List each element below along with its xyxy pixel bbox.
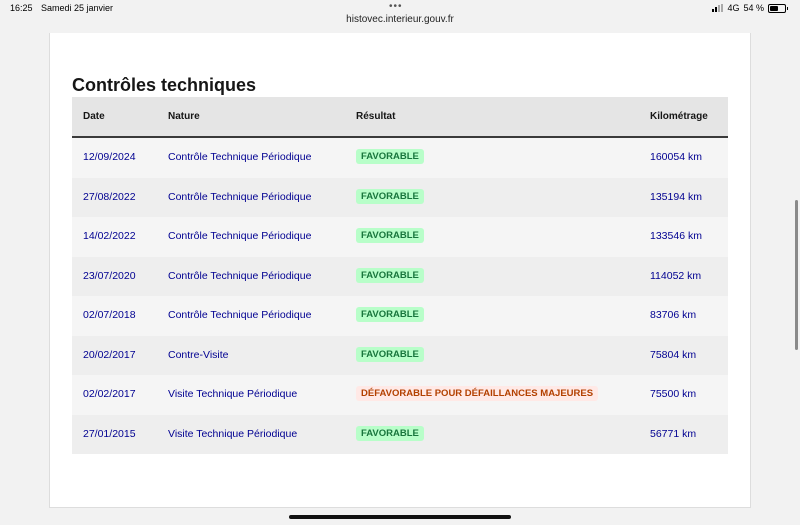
row-km: 133546 km [650,230,702,242]
status-right: 4G 54 % [712,3,788,13]
section-title: Contrôles techniques [72,75,257,95]
header-km: Kilométrage [650,111,708,122]
more-options-icon[interactable]: ••• [389,1,403,12]
row-km: 135194 km [650,190,702,203]
row-nature: Visite Technique Périodique [168,427,298,440]
row-date: 12/09/2024 [83,151,136,163]
table-row: 14/02/2022 Contrôle Technique Périodique F… [72,217,728,257]
battery-label: 54 % [743,3,764,13]
header-date: Date [83,111,105,122]
table-row: 27/08/2022 Contrôle Technique Périodique F… [72,177,728,217]
row-km: 56771 km [650,427,697,440]
row-nature: Contrôle Technique Périodique [168,269,312,282]
row-km: 75804 km [650,348,697,361]
table-row: 20/02/2017 Contre-Visite FAVORABLE 75804 km [72,335,728,375]
status-date: Samedi 25 janvier [41,3,114,13]
row-date: 23/07/2020 [83,269,136,282]
row-nature: Contrôle Technique Périodique [168,309,312,321]
row-nature: Contrôle Technique Périodique [168,151,312,163]
row-date: 02/07/2018 [83,309,136,321]
row-date: 27/01/2015 [83,427,136,440]
battery-icon [768,3,788,13]
table-header: Date Nature Résultat Kilométrage [72,97,728,138]
result-badge: DÉFAVORABLE POUR DÉFAILLANCES MAJEURES [356,386,599,401]
row-date: 27/08/2022 [83,190,136,203]
row-date: 20/02/2017 [83,348,136,361]
row-km: 160054 km [650,151,702,163]
header-nature: Nature [168,111,200,122]
status-time: 16:25 [10,3,33,13]
table-row: 23/07/2020 Contrôle Technique Périodique F… [72,256,728,296]
result-badge: FAVORABLE [356,149,424,164]
row-nature: Contre-Visite [168,348,229,361]
row-nature: Contrôle Technique Périodique [168,190,312,203]
result-badge: FAVORABLE [356,307,424,322]
row-nature: Visite Technique Périodique [168,388,298,400]
row-km: 83706 km [650,309,697,321]
table-row: 27/01/2015 Visite Technique Périodique FAV… [72,414,728,454]
signal-icon [712,4,724,12]
table-body: 12/09/2024 Contrôle Technique Périodique F… [72,138,728,454]
table-row: 02/07/2018 Contrôle Technique Périodique F… [72,296,728,336]
row-date: 14/02/2022 [83,230,136,242]
row-date: 02/02/2017 [83,388,136,400]
url-bar[interactable]: histovec.interieur.gouv.fr [0,14,800,25]
row-nature: Contrôle Technique Périodique [168,230,312,242]
result-badge: FAVORABLE [356,346,424,362]
scrollbar[interactable] [795,200,798,350]
table-row: 02/02/2017 Visite Technique Périodique DÉF… [72,375,728,415]
table-row: 12/09/2024 Contrôle Technique Périodique F… [72,138,728,178]
network-label: 4G [727,3,740,13]
header-result: Résultat [356,111,396,122]
result-badge: FAVORABLE [356,425,424,441]
result-badge: FAVORABLE [356,188,424,204]
home-indicator[interactable] [289,515,511,519]
row-km: 75500 km [650,388,697,400]
row-km: 114052 km [650,269,702,282]
technical-inspections-table: Date Nature Résultat Kilométrage 12/09/2… [72,97,728,454]
result-badge: FAVORABLE [356,228,424,243]
result-badge: FAVORABLE [356,267,424,283]
